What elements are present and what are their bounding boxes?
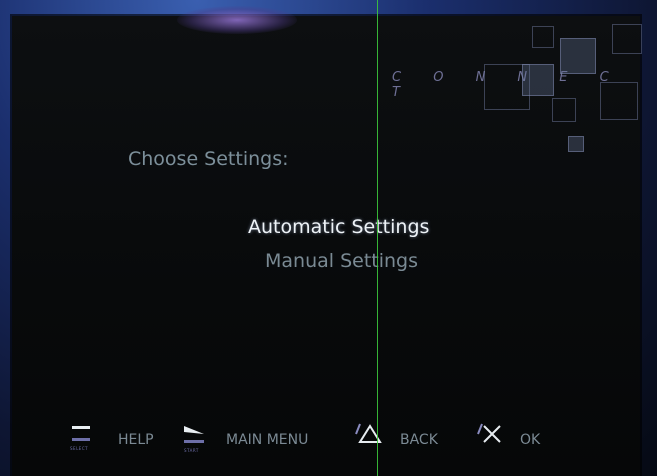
- deco-square: [552, 98, 576, 122]
- select-button-icon: [70, 424, 92, 448]
- main-menu-hint[interactable]: MAIN MENU: [226, 432, 308, 448]
- deco-square: [600, 82, 638, 120]
- select-button-caption: SELECT: [70, 446, 89, 451]
- help-hint[interactable]: HELP: [118, 432, 154, 448]
- decorative-orb: [177, 6, 297, 34]
- back-hint[interactable]: BACK: [400, 432, 438, 448]
- start-button-caption: START: [184, 448, 199, 453]
- triangle-icon: [354, 420, 384, 450]
- deco-square: [612, 24, 642, 54]
- deco-square: [532, 26, 554, 48]
- page-heading: Choose Settings:: [128, 148, 289, 170]
- start-button-icon: [182, 424, 208, 450]
- menu-item-automatic-settings[interactable]: Automatic Settings: [248, 216, 429, 238]
- menu-item-manual-settings[interactable]: Manual Settings: [265, 250, 418, 272]
- cross-icon: [476, 420, 506, 450]
- scan-line: [377, 0, 378, 476]
- deco-square: [568, 136, 584, 152]
- deco-square: [522, 64, 554, 96]
- ok-hint[interactable]: OK: [520, 432, 540, 448]
- settings-screen: C O N N E C T Choose Settings: Automatic…: [12, 6, 642, 476]
- deco-square: [560, 38, 596, 74]
